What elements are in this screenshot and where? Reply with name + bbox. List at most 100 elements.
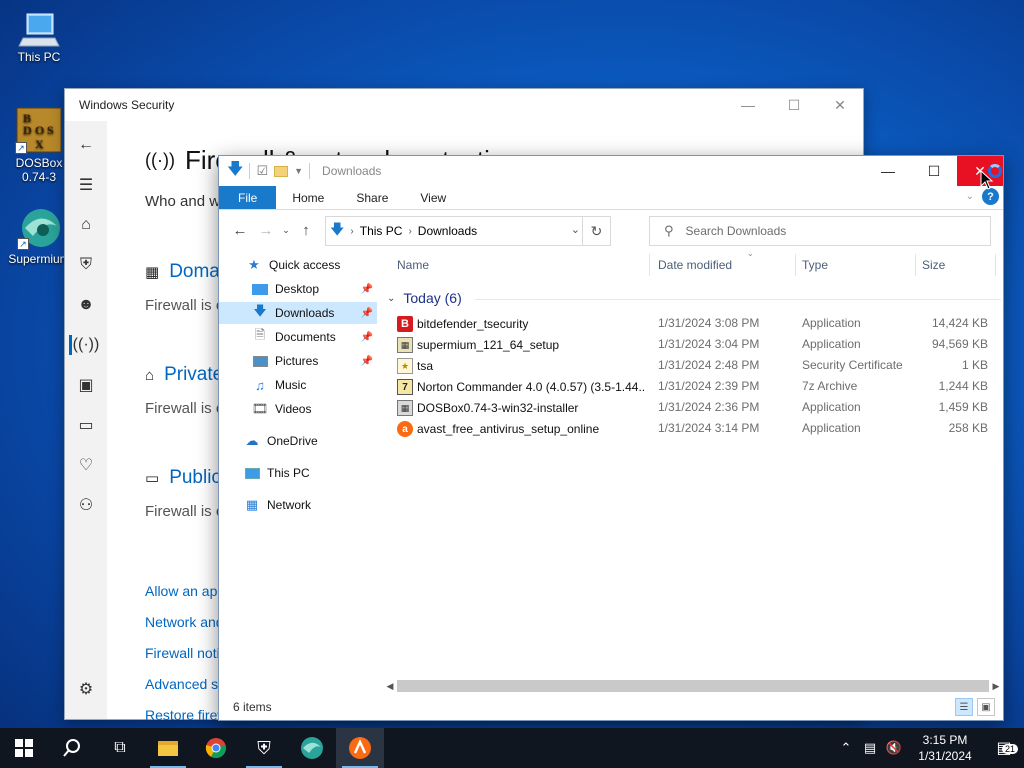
start-button[interactable] xyxy=(0,728,48,768)
archive-icon: 7 xyxy=(397,379,413,395)
system-tray: ⌃ ▤ 🔇 3:15 PM 1/31/2024 ▤ 21 xyxy=(834,728,1024,768)
scroll-left-icon[interactable]: ◀ xyxy=(383,681,397,692)
show-hidden-icons-icon[interactable]: ⌃ xyxy=(834,740,858,756)
file-type: Application xyxy=(802,400,861,414)
downloads-arrow-icon: 🡇 xyxy=(227,160,244,178)
nav-onedrive[interactable]: ☁ OneDrive xyxy=(219,430,377,452)
firewall-icon[interactable]: ((·)) xyxy=(65,325,107,365)
file-explorer-window: 🡇 ☑ ▼ Downloads — ☐ ✕ File Home Share Vi… xyxy=(218,155,1004,721)
home-icon[interactable]: ⌂ xyxy=(65,205,107,245)
nav-videos[interactable]: 🎞 Videos xyxy=(219,398,377,420)
minimize-button[interactable]: — xyxy=(865,156,911,186)
customize-toolbar-icon[interactable]: ▼ xyxy=(294,166,303,176)
search-icon xyxy=(63,739,80,757)
menu-icon[interactable]: ☰ xyxy=(65,165,107,205)
minimize-button[interactable]: — xyxy=(725,89,771,121)
item-count: 6 items xyxy=(233,700,272,714)
file-size: 1,459 KB xyxy=(938,400,988,414)
svg-text:D: D xyxy=(23,123,32,137)
back-button[interactable]: ← xyxy=(227,222,253,239)
expand-ribbon-icon[interactable]: ⌄ xyxy=(966,191,974,202)
new-folder-icon[interactable] xyxy=(274,165,289,177)
file-date: 1/31/2024 3:08 PM xyxy=(658,316,760,330)
search-button[interactable] xyxy=(48,728,96,768)
network-status-icon[interactable]: ▤ xyxy=(858,740,882,756)
refresh-button[interactable]: ↻ xyxy=(582,217,610,245)
health-icon[interactable]: ♡ xyxy=(65,445,107,485)
domain-network-icon: ▦ xyxy=(145,264,160,281)
maximize-button[interactable]: ☐ xyxy=(911,156,957,186)
supermium-icon: ↗ xyxy=(17,206,61,250)
settings-icon[interactable]: ⚙ xyxy=(65,669,107,709)
taskbar: ⧉ ⛨ ⌃ ▤ 🔇 3:15 PM 1/31/2024 ▤ 21 xyxy=(0,728,1024,768)
file-date: 1/31/2024 2:36 PM xyxy=(658,400,760,414)
scroll-right-icon[interactable]: ▶ xyxy=(989,681,1003,692)
file-row[interactable]: ★ tsa 1/31/2024 2:48 PM Security Certific… xyxy=(383,355,1003,376)
taskbar-avast[interactable] xyxy=(336,728,384,768)
nav-desktop[interactable]: Desktop 📌 xyxy=(219,278,377,300)
nav-network[interactable]: ▦ Network xyxy=(219,494,377,516)
tab-view[interactable]: View xyxy=(404,186,462,209)
file-row[interactable]: ▦ DOSBox0.74-3-win32-installer 1/31/2024 … xyxy=(383,397,1003,418)
onedrive-icon: ☁ xyxy=(245,433,259,448)
group-header-today[interactable]: ⌄ Today (6) xyxy=(387,290,462,306)
back-button[interactable]: ← xyxy=(65,125,107,165)
large-icons-view-button[interactable]: ▣ xyxy=(977,698,995,716)
details-view-button[interactable]: ☰ xyxy=(955,698,973,716)
scrollbar-thumb[interactable] xyxy=(397,680,989,692)
desktop-icon-this-pc[interactable]: This PC xyxy=(4,8,74,64)
file-row[interactable]: ▦ supermium_121_64_setup 1/31/2024 3:04 P… xyxy=(383,334,1003,355)
account-icon[interactable]: ☻ xyxy=(65,285,107,325)
file-row[interactable]: 7 Norton Commander 4.0 (4.0.57) (3.5-1.44… xyxy=(383,376,1003,397)
close-button[interactable]: ✕ xyxy=(817,89,863,121)
svg-text:S: S xyxy=(47,123,54,137)
private-network-icon: ⌂ xyxy=(145,366,155,384)
navigation-pane: ★ Quick access Desktop 📌 🡇 Downloads 📌 🗎… xyxy=(219,250,379,694)
horizontal-scrollbar[interactable]: ◀ ▶ xyxy=(383,678,1003,694)
forward-button[interactable]: → xyxy=(253,222,279,239)
search-box[interactable]: ⚲ xyxy=(649,216,991,246)
task-view-button[interactable]: ⧉ xyxy=(96,728,144,768)
file-row[interactable]: Bbitdefender_tsecurity 1/31/2024 3:08 PM… xyxy=(383,313,1003,334)
pin-icon: 📌 xyxy=(360,331,373,343)
nav-quick-access[interactable]: ★ Quick access xyxy=(219,254,377,276)
taskbar-supermium[interactable] xyxy=(288,728,336,768)
music-folder-icon: ♫ xyxy=(255,377,265,393)
maximize-button[interactable]: ☐ xyxy=(771,89,817,121)
file-row[interactable]: a avast_free_antivirus_setup_online 1/31/… xyxy=(383,418,1003,439)
tab-home[interactable]: Home xyxy=(276,186,340,209)
recent-locations-button[interactable]: ⌄ xyxy=(279,225,293,236)
search-icon: ⚲ xyxy=(664,223,674,238)
taskbar-windows-security[interactable]: ⛨ xyxy=(240,728,288,768)
address-dropdown-icon[interactable]: ⌄ xyxy=(571,223,580,236)
clock[interactable]: 3:15 PM 1/31/2024 xyxy=(906,732,984,764)
properties-icon[interactable]: ☑ xyxy=(256,163,268,179)
up-button[interactable]: ↑ xyxy=(293,222,319,239)
device-security-icon[interactable]: ▭ xyxy=(65,405,107,445)
file-type: 7z Archive xyxy=(802,379,858,393)
nav-music[interactable]: ♫ Music xyxy=(219,374,377,396)
tab-file[interactable]: File xyxy=(219,186,277,209)
address-bar[interactable]: 🡇 › This PC › Downloads ⌄ ↻ xyxy=(325,216,611,246)
file-date: 1/31/2024 2:39 PM xyxy=(658,379,760,393)
column-date-modified[interactable]: Date modified xyxy=(658,258,732,272)
breadcrumb-downloads[interactable]: Downloads xyxy=(418,224,477,238)
nav-this-pc[interactable]: This PC xyxy=(219,462,377,484)
app-browser-icon[interactable]: ▣ xyxy=(65,365,107,405)
taskbar-file-explorer[interactable] xyxy=(144,728,192,768)
action-center-button[interactable]: ▤ 21 xyxy=(984,738,1024,758)
column-name[interactable]: Name xyxy=(397,258,429,272)
search-input[interactable] xyxy=(685,224,946,238)
volume-muted-icon[interactable]: 🔇 xyxy=(882,740,906,756)
help-icon[interactable]: ? xyxy=(982,188,999,205)
taskbar-chrome[interactable] xyxy=(192,728,240,768)
shield-icon[interactable]: ⛨ xyxy=(65,245,107,285)
nav-downloads[interactable]: 🡇 Downloads 📌 xyxy=(219,302,377,324)
family-icon[interactable]: ⚇ xyxy=(65,485,107,525)
column-size[interactable]: Size xyxy=(922,258,945,272)
nav-documents[interactable]: 🗎 Documents 📌 xyxy=(219,326,377,348)
tab-share[interactable]: Share xyxy=(340,186,404,209)
column-type[interactable]: Type xyxy=(802,258,828,272)
nav-pictures[interactable]: Pictures 📌 xyxy=(219,350,377,372)
breadcrumb-this-pc[interactable]: This PC xyxy=(360,224,403,238)
